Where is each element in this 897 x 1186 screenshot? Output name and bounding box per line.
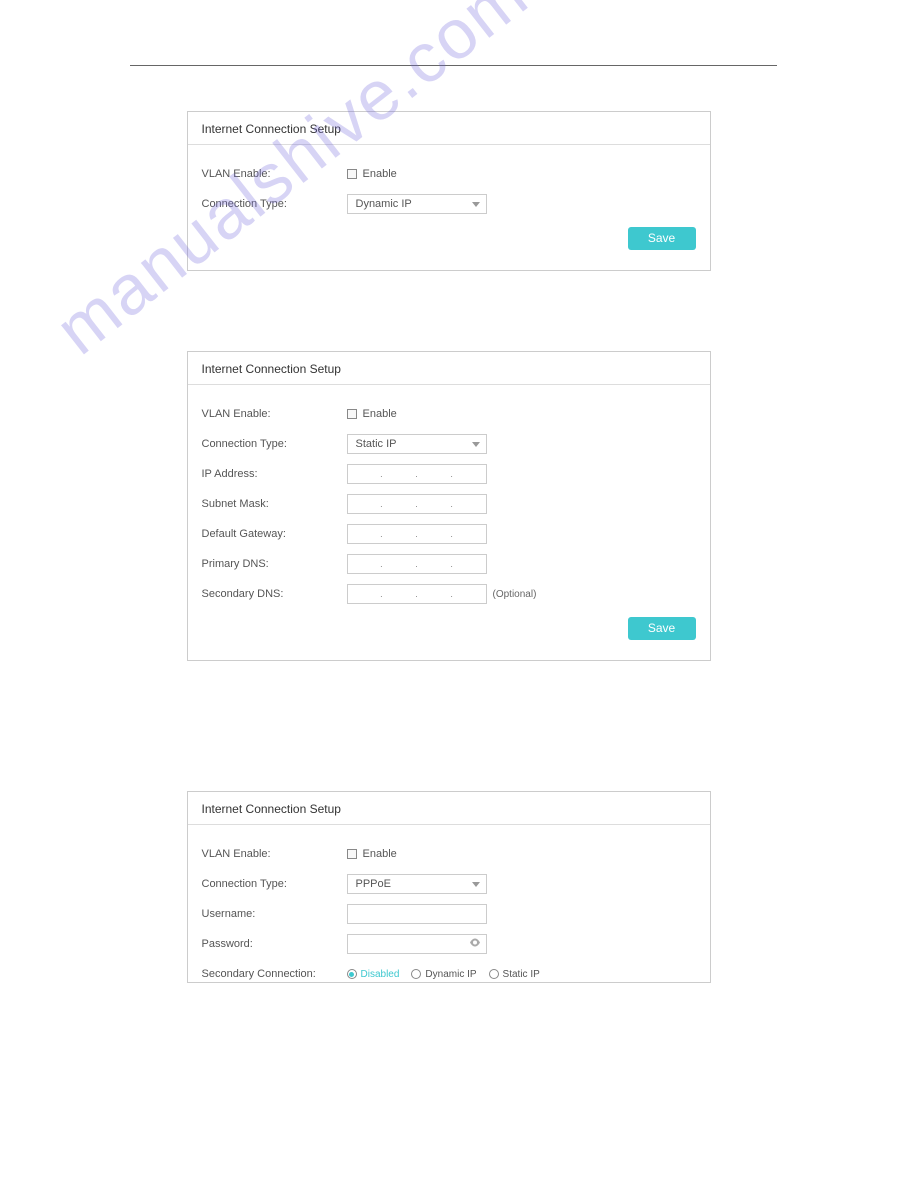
radio-icon bbox=[411, 969, 421, 979]
row-subnet: Subnet Mask: ... bbox=[202, 493, 696, 515]
password-label: Password: bbox=[202, 938, 347, 950]
save-button[interactable]: Save bbox=[628, 617, 696, 640]
radio-dynamic[interactable]: Dynamic IP bbox=[411, 969, 476, 980]
row-ip-address: IP Address: ... bbox=[202, 463, 696, 485]
save-row: Save bbox=[202, 223, 696, 258]
panel-title: Internet Connection Setup bbox=[188, 112, 710, 145]
vlan-checkbox[interactable] bbox=[347, 849, 357, 859]
username-input[interactable] bbox=[347, 904, 487, 924]
enable-text: Enable bbox=[363, 848, 397, 860]
panel-title: Internet Connection Setup bbox=[188, 352, 710, 385]
subnet-label: Subnet Mask: bbox=[202, 498, 347, 510]
row-primary-dns: Primary DNS: ... bbox=[202, 553, 696, 575]
document-page: manualshive.com Internet Connection Setu… bbox=[0, 0, 897, 983]
radio-icon bbox=[489, 969, 499, 979]
row-gateway: Default Gateway: ... bbox=[202, 523, 696, 545]
setup-panel-dynamic: Internet Connection Setup VLAN Enable: E… bbox=[187, 111, 711, 271]
row-conn-type: Connection Type: Static IP bbox=[202, 433, 696, 455]
password-input[interactable] bbox=[347, 934, 487, 954]
row-secondary-dns: Secondary DNS: ... (Optional) bbox=[202, 583, 696, 605]
conn-type-select[interactable]: PPPoE bbox=[347, 874, 487, 894]
panel-title: Internet Connection Setup bbox=[188, 792, 710, 825]
row-conn-type: Connection Type: PPPoE bbox=[202, 873, 696, 895]
conn-type-select[interactable]: Dynamic IP bbox=[347, 194, 487, 214]
gateway-label: Default Gateway: bbox=[202, 528, 347, 540]
panel-body: VLAN Enable: Enable Connection Type: PPP… bbox=[188, 825, 710, 983]
ip-input[interactable]: ... bbox=[347, 464, 487, 484]
conn-type-label: Connection Type: bbox=[202, 878, 347, 890]
row-secondary-conn: Secondary Connection: Disabled Dynamic I… bbox=[202, 963, 696, 983]
conn-type-label: Connection Type: bbox=[202, 198, 347, 210]
setup-panel-pppoe: Internet Connection Setup VLAN Enable: E… bbox=[187, 791, 711, 983]
vlan-checkbox[interactable] bbox=[347, 409, 357, 419]
radio-label: Static IP bbox=[503, 969, 540, 980]
select-value: Static IP bbox=[356, 438, 397, 450]
vlan-label: VLAN Enable: bbox=[202, 168, 347, 180]
enable-text: Enable bbox=[363, 168, 397, 180]
ip-label: IP Address: bbox=[202, 468, 347, 480]
save-button[interactable]: Save bbox=[628, 227, 696, 250]
sdns-input[interactable]: ... bbox=[347, 584, 487, 604]
optional-text: (Optional) bbox=[493, 589, 537, 600]
conn-type-label: Connection Type: bbox=[202, 438, 347, 450]
radio-icon bbox=[347, 969, 357, 979]
radio-label: Disabled bbox=[361, 969, 400, 980]
pdns-input[interactable]: ... bbox=[347, 554, 487, 574]
conn-type-select[interactable]: Static IP bbox=[347, 434, 487, 454]
select-value: PPPoE bbox=[356, 878, 391, 890]
pdns-label: Primary DNS: bbox=[202, 558, 347, 570]
radio-disabled[interactable]: Disabled bbox=[347, 969, 400, 980]
vlan-checkbox[interactable] bbox=[347, 169, 357, 179]
vlan-control: Enable bbox=[347, 168, 397, 180]
chevron-down-icon bbox=[472, 442, 480, 447]
row-password: Password: bbox=[202, 933, 696, 955]
row-vlan: VLAN Enable: Enable bbox=[202, 163, 696, 185]
vlan-label: VLAN Enable: bbox=[202, 848, 347, 860]
vlan-label: VLAN Enable: bbox=[202, 408, 347, 420]
row-vlan: VLAN Enable: Enable bbox=[202, 403, 696, 425]
username-label: Username: bbox=[202, 908, 347, 920]
setup-panel-static: Internet Connection Setup VLAN Enable: E… bbox=[187, 351, 711, 661]
panel-body: VLAN Enable: Enable Connection Type: Sta… bbox=[188, 385, 710, 660]
eye-icon[interactable] bbox=[469, 939, 481, 950]
chevron-down-icon bbox=[472, 882, 480, 887]
save-row: Save bbox=[202, 613, 696, 648]
chevron-down-icon bbox=[472, 202, 480, 207]
secondary-label: Secondary Connection: bbox=[202, 968, 347, 980]
sdns-label: Secondary DNS: bbox=[202, 588, 347, 600]
radio-static[interactable]: Static IP bbox=[489, 969, 540, 980]
row-conn-type: Connection Type: Dynamic IP bbox=[202, 193, 696, 215]
radio-label: Dynamic IP bbox=[425, 969, 476, 980]
row-vlan: VLAN Enable: Enable bbox=[202, 843, 696, 865]
row-username: Username: bbox=[202, 903, 696, 925]
gateway-input[interactable]: ... bbox=[347, 524, 487, 544]
select-value: Dynamic IP bbox=[356, 198, 412, 210]
panel-body: VLAN Enable: Enable Connection Type: Dyn… bbox=[188, 145, 710, 270]
horizontal-rule bbox=[130, 65, 777, 66]
enable-text: Enable bbox=[363, 408, 397, 420]
subnet-input[interactable]: ... bbox=[347, 494, 487, 514]
